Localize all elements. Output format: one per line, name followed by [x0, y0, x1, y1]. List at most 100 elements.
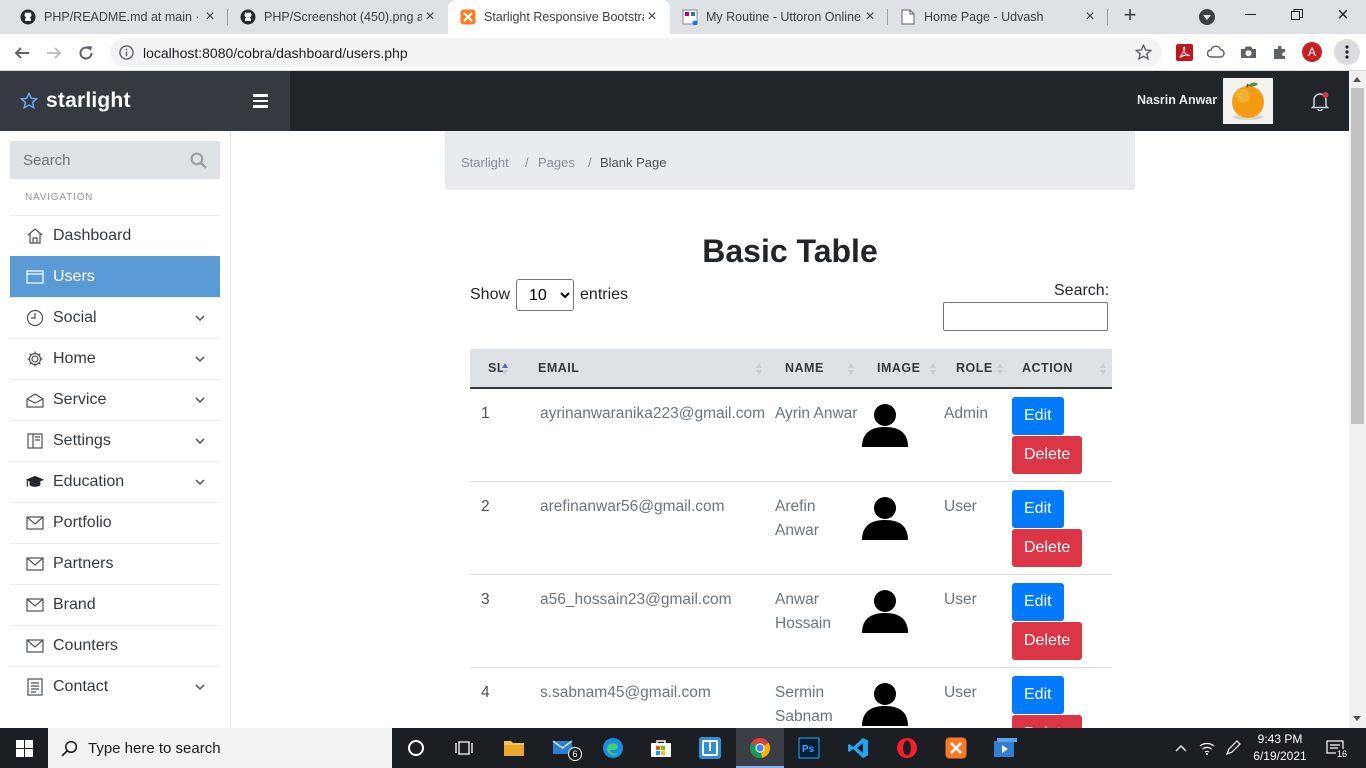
browser-tab-active[interactable]: Starlight Responsive Bootstra ×: [448, 0, 670, 34]
extension-cloud-icon[interactable]: [1207, 43, 1225, 61]
browser-menu-icon[interactable]: [1334, 39, 1360, 65]
brand-logo[interactable]: starlight: [0, 71, 230, 131]
sidebar-item-social[interactable]: Social: [10, 297, 220, 338]
vscode-icon[interactable]: [834, 728, 882, 768]
forward-arrow-icon[interactable]: [42, 41, 66, 65]
address-bar[interactable]: localhost:8080/cobra/dashboard/users.php: [110, 38, 1162, 67]
xampp-icon: [460, 9, 476, 25]
browser-tab[interactable]: Home Page - Udvash ×: [888, 0, 1108, 34]
chevron-down-icon: [195, 356, 205, 363]
sidebar-item-portfolio[interactable]: Portfolio: [10, 502, 220, 543]
sidebar-item-contact[interactable]: Contact: [10, 666, 220, 707]
back-arrow-icon[interactable]: [10, 41, 34, 65]
edge-browser-icon[interactable]: [589, 728, 637, 768]
task-view-icon[interactable]: [440, 728, 488, 768]
taskbar-search-input[interactable]: Type here to search: [48, 728, 392, 768]
sidebar-search-input[interactable]: Search: [10, 141, 220, 179]
file-explorer-icon[interactable]: [490, 728, 538, 768]
microsoft-store-icon[interactable]: [637, 728, 685, 768]
search-icon[interactable]: [190, 152, 207, 169]
gear-icon: [25, 349, 45, 369]
photoshop-icon[interactable]: Ps: [785, 728, 833, 768]
cell-name: Ayrin Anwar: [768, 387, 860, 481]
close-tab-icon[interactable]: ×: [644, 9, 660, 25]
scroll-down-icon[interactable]: [1353, 716, 1361, 721]
sidebar-item-dashboard[interactable]: Dashboard: [10, 215, 220, 256]
sidebar-item-brand[interactable]: Brand: [10, 584, 220, 625]
scrollbar-thumb[interactable]: [1351, 88, 1364, 424]
user-name[interactable]: Nasrin Anwar: [1137, 93, 1217, 107]
close-tab-icon[interactable]: ×: [862, 9, 878, 25]
column-header-email[interactable]: EMAIL: [530, 349, 768, 389]
show-hidden-icons-chevron-icon[interactable]: [1172, 740, 1190, 756]
windows-start-icon[interactable]: [0, 728, 48, 768]
profile-avatar[interactable]: A: [1302, 42, 1322, 62]
breadcrumb-link[interactable]: Pages: [538, 155, 575, 170]
delete-button[interactable]: Delete: [1012, 714, 1083, 728]
user-avatar[interactable]: [1223, 78, 1273, 124]
sidebar-item-service[interactable]: Service: [10, 379, 220, 420]
browser-tab[interactable]: PHP/README.md at main · ay ×: [8, 0, 228, 34]
breadcrumb-separator: /: [525, 155, 529, 170]
reload-icon[interactable]: [74, 41, 98, 65]
tab-search-icon[interactable]: [1199, 9, 1215, 25]
edit-button[interactable]: Edit: [1012, 397, 1064, 435]
column-header-name[interactable]: NAME: [768, 349, 860, 389]
camera-icon[interactable]: [1239, 43, 1257, 61]
app-icon[interactable]: [686, 728, 734, 768]
sidebar-item-label: Brand: [53, 596, 96, 613]
column-header-role[interactable]: ROLE: [938, 349, 1005, 389]
scroll-up-icon[interactable]: [1353, 77, 1361, 82]
star-icon: [20, 92, 38, 110]
close-window-icon[interactable]: ×: [1320, 0, 1366, 30]
sidebar-item-settings[interactable]: Settings: [10, 420, 220, 461]
sidebar-item-counters[interactable]: Counters: [10, 625, 220, 666]
mail-icon[interactable]: 6: [540, 728, 588, 768]
delete-button[interactable]: Delete: [1012, 436, 1083, 474]
chrome-browser-icon[interactable]: [736, 728, 784, 768]
extensions-puzzle-icon[interactable]: [1271, 43, 1289, 61]
edit-button[interactable]: Edit: [1012, 489, 1064, 528]
table-search-input[interactable]: [943, 302, 1108, 331]
browser-tab[interactable]: PHP/Screenshot (450).png at ×: [228, 0, 448, 34]
browser-tab[interactable]: My Routine - Uttoron Online ×: [670, 0, 888, 34]
column-header-image[interactable]: IMAGE: [860, 349, 938, 389]
breadcrumb-current: Blank Page: [600, 155, 667, 170]
window-icon: [25, 267, 45, 287]
sidebar-item-partners[interactable]: Partners: [10, 543, 220, 584]
sidebar-item-label: Portfolio: [53, 514, 112, 531]
sidebar-item-education[interactable]: Education: [10, 461, 220, 502]
envelope-icon: [25, 595, 45, 615]
new-tab-button[interactable]: +: [1118, 4, 1142, 28]
action-center-icon[interactable]: 16: [1323, 740, 1349, 759]
xampp-icon[interactable]: [932, 728, 980, 768]
column-header-sl[interactable]: SL: [470, 349, 530, 389]
pdf-extension-icon[interactable]: [1175, 43, 1193, 61]
system-clock[interactable]: 9:43 PM 6/19/2021: [1250, 731, 1310, 765]
pen-icon[interactable]: [1224, 740, 1242, 756]
close-tab-icon[interactable]: ×: [202, 9, 218, 25]
breadcrumb-link[interactable]: Starlight: [461, 155, 509, 170]
network-icon[interactable]: [1198, 740, 1216, 756]
minimize-icon[interactable]: [1228, 0, 1274, 30]
hamburger-menu-icon[interactable]: [230, 71, 290, 131]
edit-button[interactable]: Edit: [1012, 582, 1064, 621]
delete-button[interactable]: Delete: [1012, 621, 1083, 660]
sidebar-item-users[interactable]: Users: [10, 256, 220, 297]
opera-browser-icon[interactable]: [883, 728, 931, 768]
column-header-action[interactable]: ACTION: [1005, 349, 1112, 389]
bookmark-star-icon[interactable]: [1134, 43, 1153, 66]
entries-select[interactable]: 10: [516, 279, 575, 311]
restore-icon[interactable]: [1274, 0, 1320, 30]
info-icon[interactable]: [119, 45, 134, 65]
nav-heading: NAVIGATION: [25, 192, 94, 203]
close-tab-icon[interactable]: ×: [1082, 9, 1098, 25]
close-tab-icon[interactable]: ×: [422, 9, 438, 25]
page-scrollbar[interactable]: [1349, 71, 1366, 728]
notification-bell-icon[interactable]: [1310, 91, 1330, 112]
edit-button[interactable]: Edit: [1012, 675, 1064, 714]
delete-button[interactable]: Delete: [1012, 528, 1083, 567]
video-app-icon[interactable]: [981, 728, 1029, 768]
cortana-icon[interactable]: [392, 728, 440, 768]
sidebar-item-home[interactable]: Home: [10, 338, 220, 379]
